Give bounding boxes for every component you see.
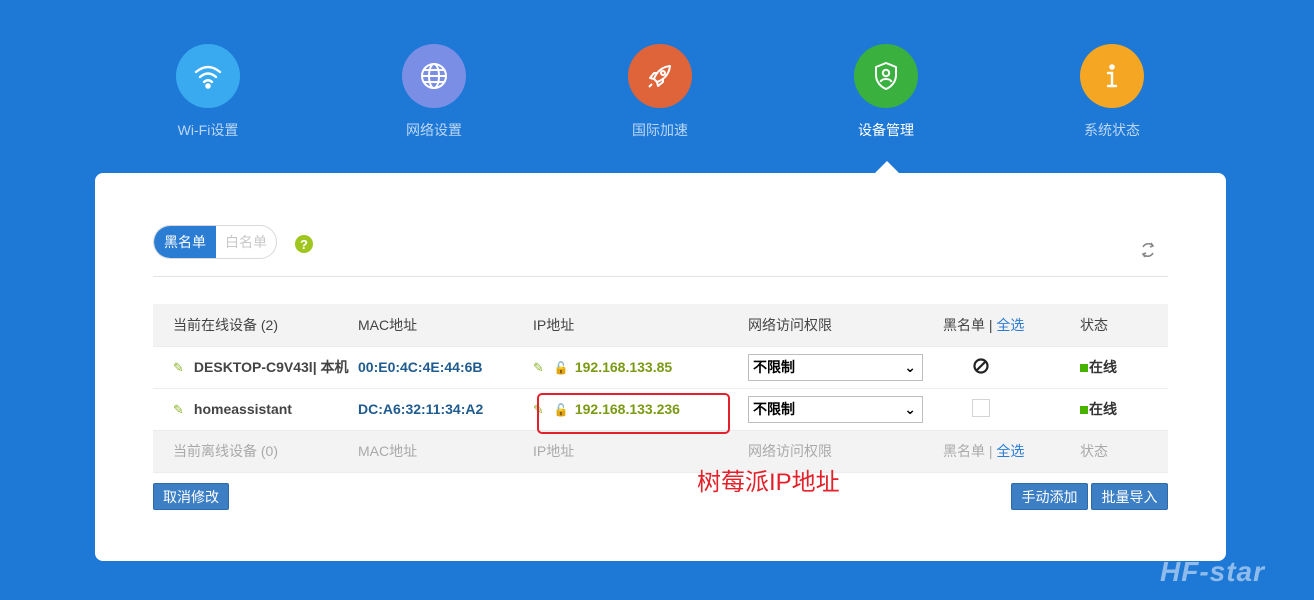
refresh-icon[interactable] — [1139, 241, 1157, 259]
col-device: 当前离线设备 (0) — [153, 430, 358, 473]
cancel-changes-button[interactable]: 取消修改 — [153, 483, 229, 510]
device-management-panel: 黑名单 白名单 ? 当前在线设备 (2) MAC地址 IP地址 网络访问权限 黑… — [95, 173, 1226, 561]
nav-label: 设备管理 — [858, 122, 914, 138]
chevron-down-icon: ⌄ — [904, 358, 916, 375]
nav-label: 系统状态 — [1084, 122, 1140, 138]
device-table: 当前在线设备 (2) MAC地址 IP地址 网络访问权限 黑名单 | 全选 状态… — [153, 304, 1168, 473]
manual-add-button[interactable]: 手动添加 — [1011, 483, 1088, 510]
blacklist-cell — [943, 388, 1080, 431]
col-status: 状态 — [1080, 430, 1168, 473]
whitelist-tab[interactable]: 白名单 — [216, 226, 276, 258]
status-text: 在线 — [1089, 359, 1117, 375]
nav-system-status[interactable]: 系统状态 — [1052, 44, 1172, 140]
blacklist-cell — [943, 346, 1080, 389]
nav-label: Wi-Fi设置 — [177, 122, 239, 138]
annotation-text: 树莓派IP地址 — [697, 469, 840, 496]
device-cell: ✎ homeassistant — [153, 388, 358, 431]
edit-icon[interactable]: ✎ — [173, 402, 184, 417]
access-select[interactable]: 不限制 ⌄ — [748, 395, 923, 423]
access-select[interactable]: 不限制 ⌄ — [748, 353, 923, 381]
access-value: 不限制 — [753, 359, 795, 375]
top-nav: Wi-Fi设置 网络设置 国际加速 设备管理 系统状态 — [0, 44, 1314, 144]
online-dot-icon — [1080, 364, 1088, 372]
status-text: 在线 — [1089, 401, 1117, 417]
rocket-icon — [628, 44, 692, 108]
separator: | — [988, 443, 993, 459]
divider — [153, 276, 1168, 277]
col-access: 网络访问权限 — [748, 304, 943, 347]
watermark: HF-star — [1160, 556, 1266, 587]
online-dot-icon — [1080, 406, 1088, 414]
select-all-link[interactable]: 全选 — [996, 317, 1024, 333]
access-cell: 不限制 ⌄ — [748, 346, 943, 389]
local-tag: | 本机 — [312, 359, 349, 375]
help-icon[interactable]: ? — [295, 235, 313, 253]
chevron-down-icon: ⌄ — [904, 400, 916, 417]
device-cell: ✎ DESKTOP-C9V43l| 本机 — [153, 346, 358, 389]
device-name: homeassistant — [193, 400, 292, 417]
col-mac: MAC地址 — [358, 430, 533, 473]
table-row: ✎ DESKTOP-C9V43l| 本机 00:E0:4C:4E:44:6B ✎ 🔓… — [153, 346, 1168, 389]
blocked-icon[interactable] — [972, 357, 990, 375]
edit-icon[interactable]: ✎ — [173, 360, 184, 375]
ip-last-octet: 85 — [656, 358, 673, 375]
mac-address: 00:E0:4C:4E:44:6B — [358, 346, 533, 389]
nav-label: 网络设置 — [406, 122, 462, 138]
blacklist-checkbox[interactable] — [972, 398, 990, 417]
col-status: 状态 — [1080, 304, 1168, 347]
nav-label: 国际加速 — [632, 122, 688, 138]
shield-user-icon — [854, 44, 918, 108]
nav-intl-acceleration[interactable]: 国际加速 — [600, 44, 720, 140]
separator: | — [988, 316, 993, 333]
select-all-link[interactable]: 全选 — [996, 443, 1024, 459]
access-cell: 不限制 ⌄ — [748, 388, 943, 431]
col-device: 当前在线设备 (2) — [153, 304, 358, 347]
nav-device-management[interactable]: 设备管理 — [826, 44, 946, 140]
ip-cell: ✎ 🔓 192.168.133.85 — [533, 346, 748, 389]
unlock-icon[interactable]: 🔓 — [554, 361, 569, 375]
col-blacklist: 黑名单 | 全选 — [943, 304, 1080, 347]
col-blacklist: 黑名单 | 全选 — [943, 430, 1080, 473]
nav-wifi-settings[interactable]: Wi-Fi设置 — [148, 44, 268, 140]
active-tab-pointer — [875, 161, 899, 173]
nav-network-settings[interactable]: 网络设置 — [374, 44, 494, 140]
status-cell: 在线 — [1080, 346, 1168, 389]
globe-icon — [402, 44, 466, 108]
col-mac: MAC地址 — [358, 304, 533, 347]
batch-import-button[interactable]: 批量导入 — [1091, 483, 1168, 510]
blacklist-tab[interactable]: 黑名单 — [154, 226, 216, 258]
access-value: 不限制 — [753, 401, 795, 417]
device-name: DESKTOP-C9V43l — [193, 359, 313, 375]
edit-icon[interactable]: ✎ — [533, 360, 544, 375]
annotation-highlight-box — [537, 393, 730, 434]
list-mode-toggle: 黑名单 白名单 — [153, 225, 277, 259]
ip-prefix: 192.168.133. — [574, 358, 657, 375]
wifi-icon — [176, 44, 240, 108]
info-icon — [1080, 44, 1144, 108]
col-ip: IP地址 — [533, 304, 748, 347]
offline-devices-header: 当前离线设备 (0) MAC地址 IP地址 网络访问权限 黑名单 | 全选 状态 — [153, 430, 1168, 473]
online-devices-header: 当前在线设备 (2) MAC地址 IP地址 网络访问权限 黑名单 | 全选 状态 — [153, 304, 1168, 347]
mac-address: DC:A6:32:11:34:A2 — [358, 388, 533, 431]
col-blacklist-label: 黑名单 — [943, 316, 985, 333]
col-blacklist-label: 黑名单 — [943, 443, 985, 459]
status-cell: 在线 — [1080, 388, 1168, 431]
